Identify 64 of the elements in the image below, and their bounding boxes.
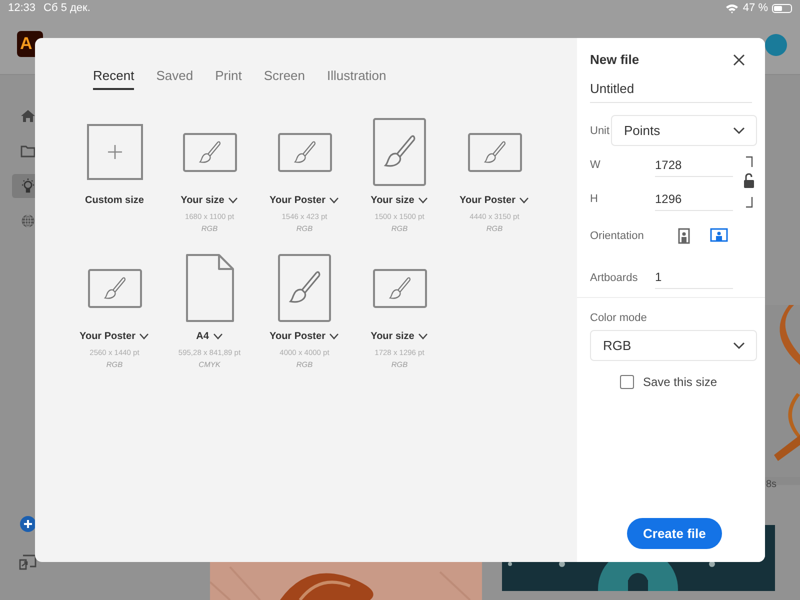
globe-icon <box>20 213 36 229</box>
chevron-down-icon <box>329 197 340 204</box>
tab[interactable]: Illustration <box>327 66 386 90</box>
chevron-down-icon <box>418 197 428 204</box>
landscape-preset-icon[interactable] <box>372 268 426 308</box>
add-icon[interactable] <box>20 516 36 532</box>
tab[interactable]: Recent <box>93 66 134 90</box>
clock-time: 12:33 <box>8 2 36 14</box>
dimension-field[interactable]: 1728 <box>655 154 733 176</box>
chevron-down-icon <box>519 197 530 204</box>
status-date: Сб 5 дек. <box>44 2 90 14</box>
landscape-preset-icon[interactable] <box>182 132 236 172</box>
wifi-icon <box>724 2 739 14</box>
landscape-preset-icon[interactable] <box>88 268 142 308</box>
dropdown[interactable]: RGB <box>590 330 757 361</box>
preset-name[interactable]: Your size <box>370 329 428 344</box>
field-label: W <box>590 159 602 171</box>
field-label: H <box>590 193 599 205</box>
chevron-down-icon <box>228 197 238 204</box>
preset-name[interactable]: Your Poster <box>270 193 340 208</box>
chevron-down-icon <box>418 333 428 340</box>
chevron-down-icon <box>329 333 340 340</box>
file-name-field[interactable]: Untitled <box>590 73 752 103</box>
dropdown[interactable]: Points <box>611 115 757 146</box>
chevron-down-icon <box>733 342 745 350</box>
tab[interactable]: Saved <box>156 66 194 90</box>
home-icon <box>20 108 36 124</box>
chevron-down-icon <box>212 333 223 340</box>
folder-icon <box>20 143 36 159</box>
preset-name[interactable]: Your size <box>370 193 428 208</box>
landscape-preset-icon[interactable] <box>278 132 332 172</box>
battery-icon <box>772 4 792 12</box>
preset-name[interactable]: Your Poster <box>270 329 340 344</box>
create-file-button[interactable]: Create file <box>627 518 722 549</box>
field-label: Artboards <box>590 272 639 284</box>
card-caption: 8s <box>766 479 777 490</box>
field-label: Color mode <box>590 312 648 324</box>
preset-name[interactable]: A4 <box>196 329 223 344</box>
portrait-preset-icon[interactable] <box>373 118 426 186</box>
portrait-orientation-button[interactable] <box>676 226 692 246</box>
preset-name[interactable]: Your Poster <box>80 329 150 344</box>
preset-name[interactable]: Your size <box>180 193 238 208</box>
bulb-icon <box>20 178 36 194</box>
dimension-field[interactable]: 1296 <box>655 188 733 210</box>
checkbox-label: Save this size <box>643 375 718 389</box>
custom-size-tile[interactable] <box>86 124 142 180</box>
tab[interactable]: Print <box>215 66 242 90</box>
preset-name[interactable]: Your Poster <box>460 193 530 208</box>
chevron-down-icon <box>139 333 150 340</box>
preset-name[interactable]: Custom size <box>85 193 144 208</box>
landscape-preset-icon[interactable] <box>468 132 522 172</box>
checkbox[interactable] <box>620 375 634 389</box>
tab[interactable]: Screen <box>264 66 306 90</box>
chevron-down-icon <box>733 126 745 134</box>
portrait-preset-icon[interactable] <box>278 254 331 322</box>
artboards-field[interactable]: 1 <box>655 266 733 289</box>
dialog-title: New file <box>590 52 640 67</box>
battery-percent: 47 % <box>742 2 768 14</box>
field-label: Orientation <box>590 230 644 242</box>
import-icon[interactable] <box>19 554 37 570</box>
document-icon[interactable] <box>186 254 234 322</box>
field-label: Unit <box>590 124 610 136</box>
lock-icon[interactable] <box>743 156 755 208</box>
close-icon[interactable] <box>733 54 745 66</box>
